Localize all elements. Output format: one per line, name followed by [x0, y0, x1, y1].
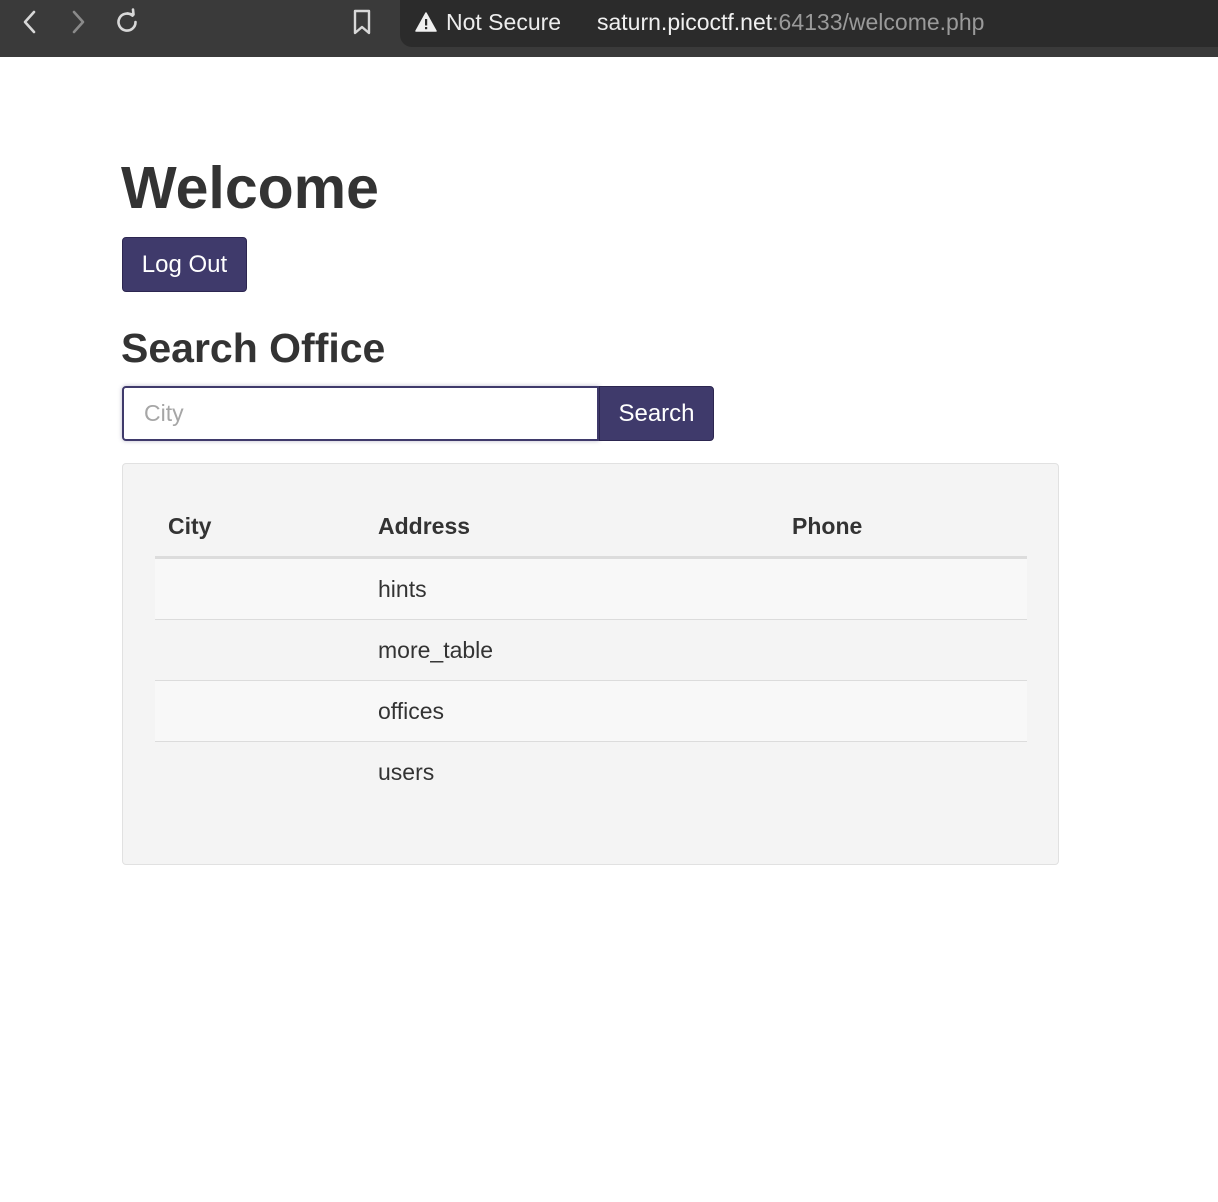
security-status-label[interactable]: Not Secure	[446, 8, 561, 36]
table-row: hints	[155, 557, 1027, 620]
cell-phone	[779, 557, 1027, 620]
reload-button[interactable]	[111, 6, 143, 38]
forward-button[interactable]	[62, 6, 94, 38]
cell-address: users	[378, 758, 435, 785]
cell-address: more_table	[365, 619, 779, 681]
cell-address: hints	[365, 557, 779, 620]
warning-triangle-icon	[415, 12, 437, 32]
city-search-input[interactable]	[122, 386, 599, 441]
table-header-row: City Address Phone	[155, 496, 1027, 559]
page-title: Welcome	[121, 155, 379, 221]
url-text[interactable]: saturn.picoctf.net:64133/welcome.php	[597, 8, 984, 36]
cell-address: offices	[365, 680, 779, 742]
reload-icon	[117, 8, 137, 32]
browser-toolbar: Not Secure saturn.picoctf.net:64133/welc…	[0, 0, 1218, 57]
logout-button[interactable]: Log Out	[122, 237, 247, 292]
bookmark-button[interactable]	[346, 6, 378, 38]
column-header-address: Address	[365, 496, 779, 559]
url-host: saturn.picoctf.net	[597, 9, 773, 35]
url-path: :64133/welcome.php	[772, 9, 985, 35]
results-table: City Address Phone hints more_table offi…	[155, 496, 1027, 802]
cell-phone	[779, 680, 1027, 742]
results-panel: City Address Phone hints more_table offi…	[122, 463, 1059, 865]
column-header-phone: Phone	[779, 496, 1027, 559]
table-row: offices	[155, 680, 1027, 742]
cell-phone	[779, 742, 1027, 803]
cell-city	[155, 557, 365, 620]
chevron-left-icon	[23, 10, 36, 34]
table-row: users	[155, 742, 1027, 803]
table-row: more_table	[155, 619, 1027, 681]
back-button[interactable]	[14, 6, 46, 38]
chevron-right-icon	[72, 10, 85, 34]
bookmark-icon	[353, 9, 371, 35]
cell-city	[155, 680, 365, 742]
cell-city	[155, 742, 365, 803]
search-button[interactable]: Search	[599, 386, 714, 441]
cell-phone	[779, 619, 1027, 681]
search-section-title: Search Office	[121, 325, 386, 371]
column-header-city: City	[155, 496, 365, 559]
cell-city	[155, 619, 365, 681]
